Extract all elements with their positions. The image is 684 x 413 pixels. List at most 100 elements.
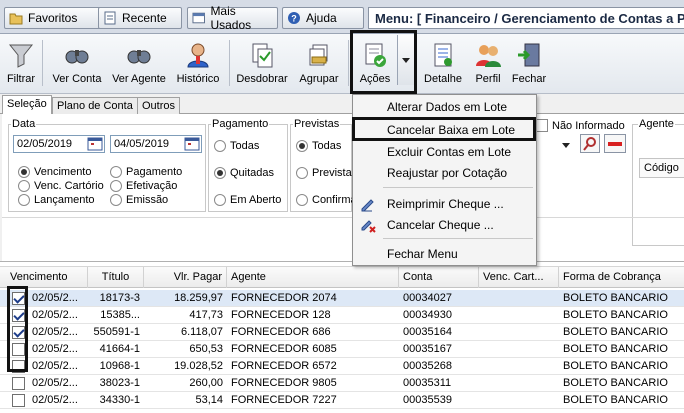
historico-button[interactable]: Histórico — [174, 34, 222, 92]
radio-dot — [18, 180, 30, 192]
menu-item-cancelar-cheque[interactable]: Cancelar Cheque ... — [354, 215, 535, 235]
mais-usados-button[interactable]: Mais Usados — [187, 4, 278, 32]
cell-titulo: 10968-1 — [99, 360, 140, 372]
radio-dot — [214, 167, 226, 179]
menu-item-label: Reimprimir Cheque ... — [387, 197, 504, 211]
cell-agente: FORNECEDOR 9805 — [231, 377, 337, 389]
codigo-column-header[interactable]: Código — [639, 158, 684, 178]
calendar-icon[interactable] — [87, 136, 103, 151]
menu-item-excluir-contas[interactable]: Excluir Contas em Lote — [354, 142, 535, 162]
radio-lancamento[interactable]: Lançamento — [18, 194, 95, 206]
radio-label: Quitadas — [230, 167, 275, 179]
historico-label: Histórico — [176, 73, 220, 85]
stack-documents-icon — [309, 44, 328, 66]
cell-agente: FORNECEDOR 2074 — [231, 292, 337, 304]
perfil-button[interactable]: Perfil — [470, 34, 506, 92]
fechar-button[interactable]: Fechar — [510, 34, 548, 92]
col-conta[interactable]: Conta — [399, 267, 479, 288]
tab-plano-de-conta[interactable]: Plano de Conta — [52, 97, 138, 114]
radio-pag-todas[interactable]: Todas — [214, 140, 259, 152]
menu-item-reajustar[interactable]: Reajustar por Cotação — [354, 163, 535, 183]
tab-outros[interactable]: Outros — [137, 97, 181, 114]
menu-item-alterar-dados[interactable]: Alterar Dados em Lote — [354, 97, 535, 117]
highlight-frame — [352, 117, 536, 141]
recente-button[interactable]: Recente — [98, 7, 182, 29]
cell-venc: 02/05/2... — [32, 394, 78, 406]
binoculars-icon — [127, 50, 151, 64]
cell-venc: 02/05/2... — [32, 377, 78, 389]
row-checkbox[interactable] — [12, 394, 25, 407]
cell-valor: 18.259,97 — [174, 292, 223, 304]
col-vencimento[interactable]: Vencimento — [0, 267, 88, 288]
clear-button[interactable] — [604, 134, 626, 153]
radio-dot — [18, 166, 30, 178]
table-row[interactable]: 02/05/2... 34330-1 53,14 FORNECEDOR 7227 000… — [0, 392, 684, 409]
desdobrar-button[interactable]: Desdobrar — [234, 34, 290, 92]
cell-conta: 00035167 — [403, 343, 452, 355]
row-checkbox[interactable] — [12, 377, 25, 390]
radio-venc-cartorio[interactable]: Venc. Cartório — [18, 180, 104, 192]
radio-dot — [18, 194, 30, 206]
nao-informado-checkbox[interactable]: Não Informado — [535, 119, 625, 132]
menu-item-label: Alterar Dados em Lote — [387, 100, 508, 114]
exit-door-icon — [518, 43, 540, 67]
cell-forma: BOLETO BANCARIO — [563, 394, 668, 406]
cell-venc: 02/05/2... — [32, 292, 78, 304]
menu-item-label: Excluir Contas em Lote — [387, 145, 512, 159]
menu-separator — [383, 238, 533, 239]
col-venc-cartorio[interactable]: Venc. Cart... — [479, 267, 559, 288]
table-row[interactable]: 02/05/2... 41664-1 650,53 FORNECEDOR 6085 00… — [0, 341, 684, 358]
table-row[interactable]: 02/05/2... 10968-1 19.028,52 FORNECEDOR 657… — [0, 358, 684, 375]
cell-conta: 00035164 — [403, 326, 452, 338]
col-agente[interactable]: Agente — [227, 267, 399, 288]
nao-informado-label: Não Informado — [552, 119, 625, 132]
cell-conta: 00034930 — [403, 309, 452, 321]
minus-icon — [608, 142, 622, 146]
table-row[interactable]: 02/05/2... 38023-1 260,00 FORNECEDOR 9805 00… — [0, 375, 684, 392]
radio-label: Em Aberto — [230, 194, 282, 206]
chevron-down-icon — [562, 143, 570, 148]
menu-item-reimprimir-cheque[interactable]: Reimprimir Cheque ... — [354, 194, 535, 214]
cell-agente: FORNECEDOR 686 — [231, 326, 331, 338]
quick-access-bar: Favoritos Recente Mais Usados ? Ajuda Me… — [0, 0, 684, 34]
col-titulo[interactable]: Título — [88, 267, 144, 288]
cell-titulo: 41664-1 — [99, 343, 140, 355]
search-button[interactable] — [580, 134, 600, 153]
col-vlr-pagar[interactable]: Vlr. Pagar — [144, 267, 227, 288]
col-forma-cobranca[interactable]: Forma de Cobrança — [559, 267, 684, 288]
filtrar-button[interactable]: Filtrar — [2, 34, 40, 92]
radio-vencimento[interactable]: Vencimento — [18, 166, 91, 178]
agrupar-button[interactable]: Agrupar — [294, 34, 344, 92]
radio-pag-em-aberto[interactable]: Em Aberto — [214, 194, 281, 206]
cell-valor: 260,00 — [189, 377, 223, 389]
cell-conta: 00035311 — [403, 377, 452, 389]
radio-pagamento[interactable]: Pagamento — [110, 166, 182, 178]
detalhe-button[interactable]: Detalhe — [420, 34, 466, 92]
table-header: Vencimento Título Vlr. Pagar Agente Cont… — [0, 266, 684, 288]
table-row[interactable]: 02/05/2... 15385... 417,73 FORNECEDOR 128 00… — [0, 307, 684, 324]
radio-prev-todas[interactable]: Todas — [296, 140, 341, 152]
radio-efetivacao[interactable]: Efetivação — [110, 180, 177, 192]
tab-selecao[interactable]: Seleção — [2, 95, 52, 115]
ver-agente-button[interactable]: Ver Agente — [108, 34, 170, 92]
recente-label: Recente — [122, 11, 167, 25]
cell-valor: 19.028,52 — [174, 360, 223, 372]
cell-titulo: 38023-1 — [99, 377, 140, 389]
radio-pag-quitadas[interactable]: Quitadas — [214, 167, 274, 179]
radio-emissao[interactable]: Emissão — [110, 194, 168, 206]
cell-valor: 53,14 — [195, 394, 223, 406]
pen-delete-icon — [361, 220, 376, 233]
calendar-icon[interactable] — [184, 136, 200, 151]
radio-prev-confirma[interactable]: Confirma — [296, 194, 357, 206]
cell-forma: BOLETO BANCARIO — [563, 377, 668, 389]
table-row[interactable]: 02/05/2... 18173-3 18.259,97 FORNECEDOR 207… — [0, 290, 684, 307]
ajuda-button[interactable]: ? Ajuda — [282, 7, 364, 29]
menu-item-label: Cancelar Cheque ... — [387, 218, 494, 232]
ver-conta-button[interactable]: Ver Conta — [50, 34, 104, 92]
combo-arrow[interactable] — [562, 139, 574, 149]
radio-prev-prevista[interactable]: Prevista — [296, 167, 352, 179]
binoculars-icon — [65, 50, 89, 64]
table-row[interactable]: 02/05/2... 550591-1 6.118,07 FORNECEDOR 686… — [0, 324, 684, 341]
split-document-icon — [252, 43, 273, 68]
menu-item-fechar-menu[interactable]: Fechar Menu — [354, 244, 535, 264]
